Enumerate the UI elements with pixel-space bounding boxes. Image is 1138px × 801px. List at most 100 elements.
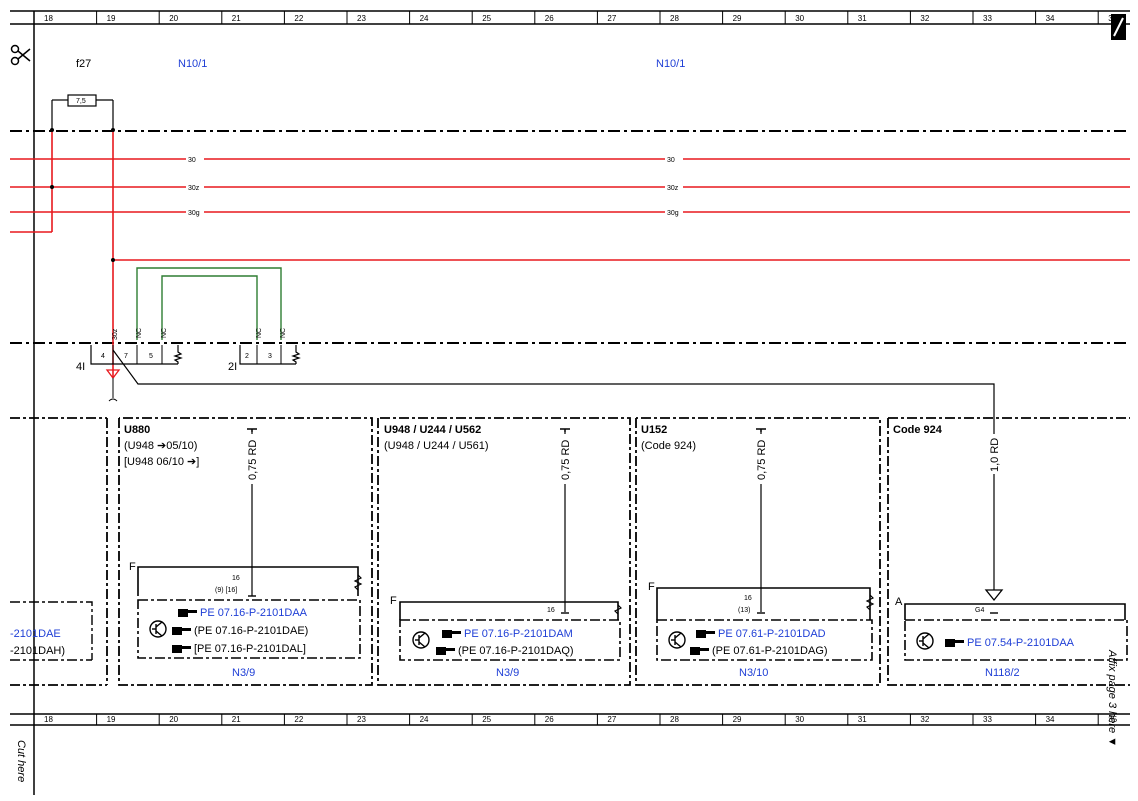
section-3-ref-1[interactable]: PE 07.61-P-2101DAD [718,628,826,640]
section-2-line2: (U948 / U244 / U561) [384,440,489,452]
left-partial-ref-2[interactable]: -2101DAH) [10,645,65,657]
top-column-number: 31 [858,14,867,23]
bottom-column-number: 32 [920,715,929,724]
section-3-title: U152 [641,424,667,436]
section-2-module: N3/9 [496,667,519,679]
bus-labels: 30 30z 30g 30 30z 30g [186,154,683,217]
section-1-ref-1[interactable]: PE 07.16-P-2101DAA [200,607,308,619]
section-2-ref-1[interactable]: PE 07.16-P-2101DAM [464,628,573,640]
section-1-pin-sub: (9) [16] [215,587,237,594]
bus-30-label-left: 30 [188,157,196,164]
bus-30z-label-right: 30z [667,185,679,192]
section-3-pin-sub: (13) [738,607,750,614]
pointing-hand-icon [945,639,964,647]
section-4-pin: G4 [975,607,984,614]
top-column-number: 22 [294,14,303,23]
bottom-column-number: 18 [44,715,53,724]
transistor-icon [916,632,934,650]
cut-here-note: Cut here [15,740,27,782]
power-bus [10,130,1130,378]
top-column-number: 25 [482,14,491,23]
section-1-line3: [U948 06/10 ➔] [124,456,199,468]
bus-30-label-right: 30 [667,157,675,164]
bus-30z-label-left: 30z [188,185,200,192]
top-column-number: 32 [920,14,929,23]
top-column-number: 27 [607,14,616,23]
bottom-column-number: 30 [795,715,804,724]
connector-pin-5: 5 [149,353,153,360]
pointing-hand-icon [442,630,461,638]
section-4-title: Code 924 [893,424,943,436]
section-3-line2: (Code 924) [641,440,696,452]
transistor-icon [149,620,167,638]
section-4-wire: 1,0 RD [989,438,1001,472]
pointing-hand-icon [690,647,709,655]
bottom-column-number: 21 [232,715,241,724]
section-wires [251,430,762,612]
transistor-icon [668,631,686,649]
module-label-right: N10/1 [656,58,685,70]
bottom-column-number: 20 [169,715,178,724]
pin-tag-nc-1: NC [136,328,143,338]
section-3-wire: 0,75 RD [756,440,768,480]
pointing-hand-icon [172,645,191,653]
connector-name-left: 4I [76,361,85,373]
wire-to-code-924 [112,349,995,590]
pin-tag-nc-3: NC [256,328,263,338]
scissors-icon [10,44,31,66]
connector-pin-4: 4 [101,353,105,360]
pin-tag-30z: 30z [112,328,119,340]
left-partial-ref-1[interactable]: -2101DAE [10,628,61,640]
section-1-ref-2[interactable]: (PE 07.16-P-2101DAE) [194,625,308,637]
section-4-side: A [895,596,903,608]
pointing-hand-icon [696,630,715,638]
bottom-column-number: 31 [858,715,867,724]
top-column-number: 30 [795,14,804,23]
pencil-icon [1111,14,1126,40]
top-column-number: 28 [670,14,679,23]
connector-name-right: 2I [228,361,237,373]
bottom-column-number: 19 [107,715,116,724]
section-3-module: N3/10 [739,667,768,679]
section-4-ref-1[interactable]: PE 07.54-P-2101DAA [967,637,1075,649]
affix-page-note: Affix page 3 here ▼ [1106,649,1118,747]
bus-30g-label-left: 30g [188,210,200,217]
pointing-hand-icon [178,609,197,617]
section-2-pin: 16 [547,607,555,614]
section-1-ref-3[interactable]: [PE 07.16-P-2101DAL] [194,643,306,655]
section-1-module: N3/9 [232,667,255,679]
top-column-number: 19 [107,14,116,23]
connector-pin-3: 3 [268,353,272,360]
top-column-number: 26 [545,14,554,23]
section-3-ref-2[interactable]: (PE 07.61-P-2101DAG) [712,645,828,657]
bottom-column-number: 34 [1046,715,1055,724]
bottom-column-number: 25 [482,715,491,724]
section-2-ref-2[interactable]: (PE 07.16-P-2101DAQ) [458,645,574,657]
section-2-wire: 0,75 RD [560,440,572,480]
bus-30g-label-right: 30g [667,210,679,217]
bottom-column-numbers: 18 19 20 21 22 23 24 25 26 27 28 29 30 31 32 33 34 35 [33,714,1118,725]
section-3-side: F [648,581,655,593]
pin-tag-nc-2: NC [161,328,168,338]
module-label-left: N10/1 [178,58,207,70]
section-2-title: U948 / U244 / U562 [384,424,481,436]
nc-tags: 30z NC NC NC NC [112,328,287,340]
section-1-side: F [129,561,136,573]
top-column-number: 18 [44,14,53,23]
pointing-hand-icon [172,627,191,635]
section-1-title: U880 [124,424,150,436]
bottom-column-number: 22 [294,715,303,724]
top-column-number: 33 [983,14,992,23]
bottom-column-number: 27 [607,715,616,724]
section-4-module: N118/2 [985,667,1020,679]
top-column-number: 21 [232,14,241,23]
connector-pin-7: 7 [124,353,128,360]
bottom-column-number: 28 [670,715,679,724]
top-column-numbers: 181920212223242526272829303132333435 [33,11,1118,24]
bottom-column-number: 23 [357,715,366,724]
top-column-number: 20 [169,14,178,23]
top-column-number: 29 [733,14,742,23]
transistor-icon [412,631,430,649]
section-2-side: F [390,595,397,607]
section-1-wire: 0,75 RD [247,440,259,480]
